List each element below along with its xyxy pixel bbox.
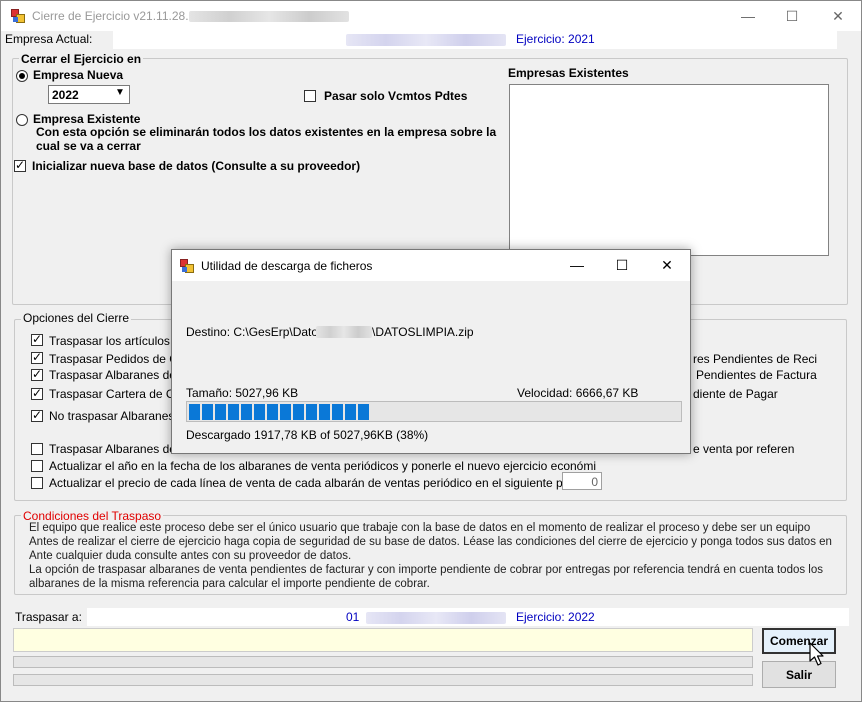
salir-label: Salir [785, 667, 812, 682]
progress-segment [306, 404, 317, 420]
option-label: Traspasar los artículos n [49, 334, 180, 348]
option-label: Actualizar el año en la fecha de los alb… [49, 459, 597, 473]
progress-segment [358, 404, 369, 420]
progress-segment [280, 404, 291, 420]
minimize-icon: — [570, 257, 584, 273]
velocidad-text: Velocidad: 6666,67 KB [517, 386, 639, 400]
option-label: Traspasar Cartera de Co [49, 387, 182, 401]
maximize-icon: ☐ [615, 256, 629, 273]
ejercicio-destino: Ejercicio: 2022 [516, 610, 595, 624]
option-right-text: e venta por referen [693, 442, 795, 456]
close-icon: ✕ [832, 7, 844, 24]
redacted-title [189, 11, 349, 22]
option-label: Traspasar Albaranes de [49, 442, 176, 456]
close-button[interactable]: ✕ [815, 1, 861, 31]
title-bar[interactable]: Cierre de Ejercicio v21.11.28.0 — ☐ ✕ [1, 1, 861, 31]
empresa-nueva-label: Empresa Nueva [33, 68, 124, 82]
empresa-existente-radio[interactable] [16, 114, 28, 126]
condiciones-paragraph: La opción de traspasar albaranes de vent… [29, 564, 824, 576]
pasar-vcmtos-checkbox[interactable] [304, 90, 316, 102]
percent-value: 0 [591, 475, 598, 489]
cerrar-ejercicio-legend: Cerrar el Ejercicio en [19, 52, 144, 66]
condiciones-text: El equipo que realice este proceso debe … [29, 521, 841, 591]
inicializar-label: Inicializar nueva base de datos (Consult… [32, 159, 361, 173]
descargado-text: Descargado 1917,78 KB of 5027,96KB (38%) [186, 428, 429, 442]
option-checkbox[interactable] [31, 367, 43, 381]
condiciones-paragraph: albaranes de la misma referencia para ca… [29, 578, 430, 590]
empresa-existente-label: Empresa Existente [33, 112, 141, 126]
dialog-app-icon [180, 259, 194, 273]
progress-segment [254, 404, 265, 420]
option-checkbox[interactable] [31, 477, 43, 489]
maximize-icon: ☐ [785, 7, 799, 24]
minimize-button[interactable]: — [725, 1, 771, 31]
company-code: 01 [346, 610, 360, 624]
dialog-title: Utilidad de descarga de ficheros [201, 259, 373, 273]
progress-segment [202, 404, 213, 420]
tamano-text: Tamaño: 5027,96 KB [186, 386, 299, 400]
inicializar-checkbox[interactable] [14, 158, 26, 172]
empresas-existentes-list[interactable] [509, 84, 829, 256]
option-checkbox[interactable] [31, 408, 43, 422]
option-checkbox[interactable] [31, 350, 43, 364]
option-right-text: Pendientes de Factura [696, 368, 817, 382]
percent-input[interactable]: 0 [562, 472, 602, 490]
redacted-company [346, 34, 506, 46]
mouse-cursor-icon [809, 642, 824, 666]
option-label: Traspasar Albaranes de [49, 368, 176, 382]
status-message-area [13, 628, 753, 652]
dialog-maximize-button[interactable]: ☐ [599, 250, 645, 280]
empresa-actual-label: Empresa Actual: [5, 32, 93, 46]
progress-segment [189, 404, 200, 420]
app-icon [11, 9, 25, 23]
close-icon: ✕ [661, 256, 673, 273]
main-progress-bar [13, 656, 753, 668]
option-label: Actualizar el precio de cada línea de ve… [49, 476, 587, 490]
destino-suffix: \DATOSLIMPIA.zip [372, 325, 474, 339]
progress-segment [241, 404, 252, 420]
option-label: No traspasar Albaranes d [49, 409, 185, 423]
progress-segment [228, 404, 239, 420]
destino-prefix: Destino: C:\GesErp\Datos\ [186, 325, 328, 339]
option-right-text: res Pendientes de Reci [693, 352, 818, 366]
dialog-title-bar[interactable]: Utilidad de descarga de ficheros — ☐ ✕ [172, 250, 690, 281]
empresas-existentes-label: Empresas Existentes [508, 66, 629, 80]
pasar-vcmtos-label: Pasar solo Vcmtos Pdtes [324, 89, 468, 103]
progress-segment [293, 404, 304, 420]
minimize-icon: — [741, 8, 755, 24]
traspasar-label: Traspasar a: [15, 610, 82, 624]
option-checkbox[interactable] [31, 443, 43, 455]
window-title: Cierre de Ejercicio v21.11.28.0 [32, 9, 196, 23]
ejercicio-actual: Ejercicio: 2021 [516, 32, 595, 46]
option-checkbox[interactable] [31, 460, 43, 472]
year-value: 2022 [52, 88, 79, 102]
chevron-down-icon: ▼ [115, 87, 125, 98]
condiciones-paragraph: El equipo que realice este proceso debe … [29, 522, 811, 534]
progress-segment [267, 404, 278, 420]
download-progress-fill [189, 402, 679, 423]
maximize-button[interactable]: ☐ [769, 1, 815, 31]
progress-segment [319, 404, 330, 420]
condiciones-paragraph: Ante cualquier duda consulte antes con s… [29, 550, 352, 562]
option-checkbox[interactable] [31, 332, 43, 346]
condiciones-paragraph: Antes de realizar el cierre de ejercicio… [29, 536, 832, 548]
empresa-existente-note: Con esta opción se eliminarán todos los … [36, 125, 497, 153]
option-label: Traspasar Pedidos de Cl [49, 352, 181, 366]
empresa-nueva-radio[interactable] [16, 70, 28, 82]
progress-segment [215, 404, 226, 420]
secondary-progress-bar [13, 674, 753, 686]
progress-segment [332, 404, 343, 420]
option-checkbox[interactable] [31, 386, 43, 400]
redacted-path [316, 326, 372, 338]
opciones-cierre-legend: Opciones del Cierre [21, 311, 132, 325]
download-dialog: Utilidad de descarga de ficheros — ☐ ✕ D… [171, 249, 691, 454]
download-progress-bar [186, 401, 682, 422]
redacted-destination-company [366, 612, 506, 624]
dialog-minimize-button[interactable]: — [554, 250, 600, 280]
option-right-text: diente de Pagar [693, 387, 778, 401]
progress-segment [345, 404, 356, 420]
dialog-close-button[interactable]: ✕ [644, 250, 690, 280]
year-select[interactable]: 2022 ▼ [48, 85, 130, 104]
